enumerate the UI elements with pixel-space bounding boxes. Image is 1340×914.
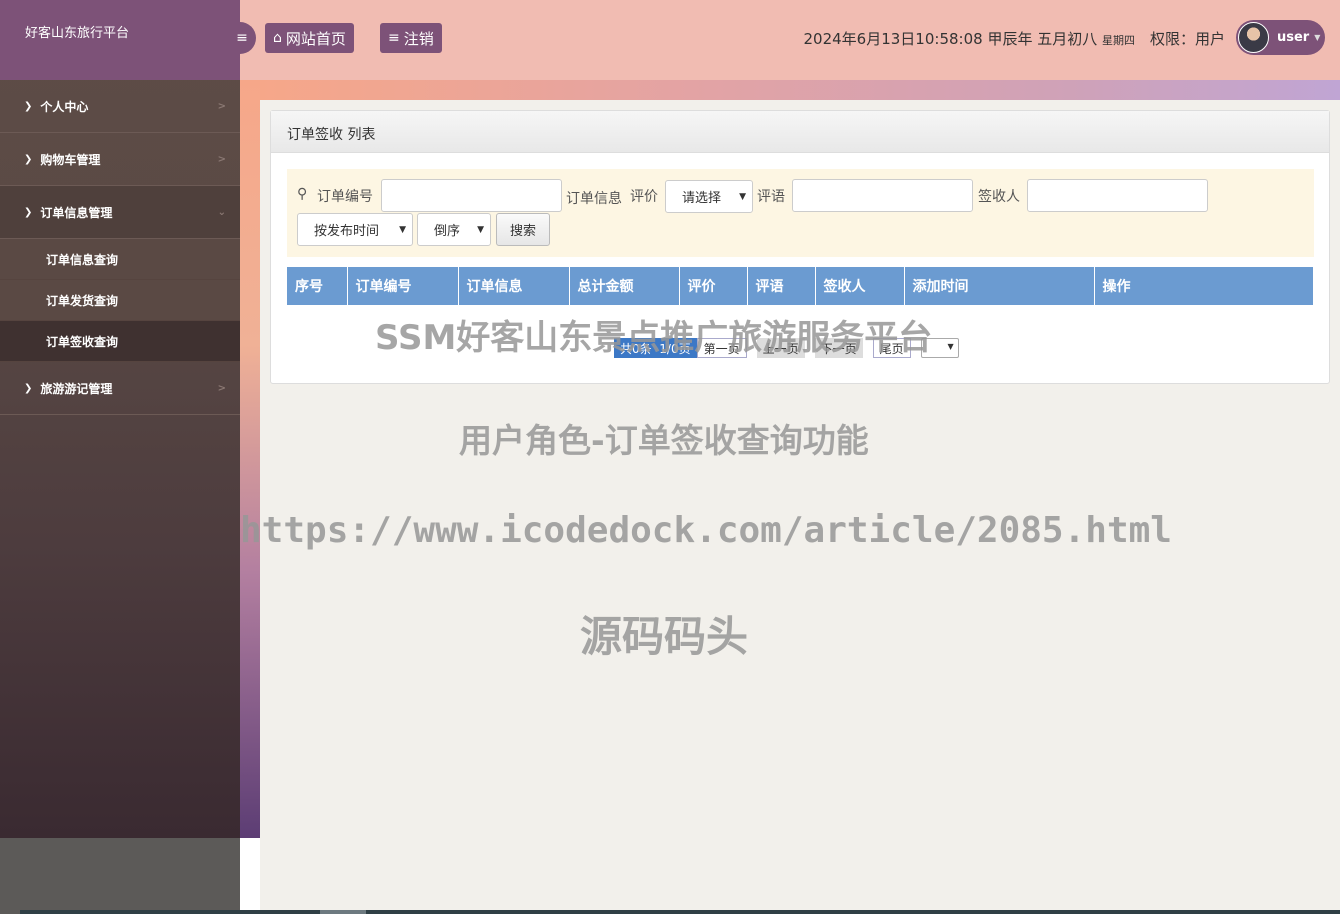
weekday-text: 星期四 xyxy=(1102,34,1135,47)
col-added-time: 添加时间 xyxy=(904,267,1095,305)
brand-title: 好客山东旅行平台 xyxy=(0,0,240,80)
sidebar-edge-gradient xyxy=(240,80,260,838)
table-header-row: 序号 订单编号 订单信息 总计金额 评价 评语 签收人 添加时间 操作 xyxy=(287,267,1314,305)
chevron-right-icon: ❯ xyxy=(24,206,33,218)
watermark-title: SSM好客山东景点推广旅游服务平台 xyxy=(375,318,933,358)
col-receiver: 签收人 xyxy=(815,267,905,305)
col-rating: 评价 xyxy=(679,267,748,305)
home-button[interactable]: ⌂ 网站首页 xyxy=(265,23,354,53)
order-info-label: 订单信息 xyxy=(566,191,622,207)
chevron-down-icon: ▼ xyxy=(399,224,406,235)
chevron-right-icon: > xyxy=(217,382,226,394)
comment-input[interactable] xyxy=(792,179,973,212)
chevron-down-icon: ▼ xyxy=(739,191,746,202)
chevron-down-icon: ⌄ xyxy=(217,206,226,218)
logout-button-label: 注销 xyxy=(403,29,434,48)
top-header: ≡ ⌂ 网站首页 ≡ 注销 2024年6月13日10:58:08 甲辰年 五月初… xyxy=(228,0,1340,80)
sidebar-item-label: 购物车管理 xyxy=(40,152,101,167)
sidebar-item-label: 旅游游记管理 xyxy=(40,381,113,396)
chevron-right-icon: ❯ xyxy=(24,382,33,394)
sidebar-item-orders[interactable]: ❯ 订单信息管理 ⌄ xyxy=(0,186,240,239)
home-button-label: 网站首页 xyxy=(285,29,346,48)
user-menu[interactable]: user ▼ xyxy=(1236,20,1325,55)
order-no-input[interactable] xyxy=(381,179,562,212)
avatar xyxy=(1238,22,1269,53)
order-no-label: 订单编号 xyxy=(317,189,373,205)
sidebar-subitem-order-query[interactable]: 订单信息查询 xyxy=(0,239,240,280)
chevron-down-icon: ▼ xyxy=(947,342,954,351)
sidebar-item-cart[interactable]: ❯ 购物车管理 > xyxy=(0,133,240,186)
col-order-no: 订单编号 xyxy=(347,267,459,305)
sort-order-value: 倒序 xyxy=(434,224,461,239)
sidebar-edge-white xyxy=(240,838,260,914)
col-total-amount: 总计金额 xyxy=(569,267,680,305)
datetime-text: 2024年6月13日10:58:08 甲辰年 五月初八 xyxy=(803,30,1098,48)
sidebar-footer xyxy=(0,838,240,914)
current-datetime: 2024年6月13日10:58:08 甲辰年 五月初八 星期四 xyxy=(804,28,1136,49)
logout-button[interactable]: ≡ 注销 xyxy=(380,23,442,53)
sort-field-value: 按发布时间 xyxy=(314,224,380,239)
search-button[interactable]: 搜索 xyxy=(496,213,550,246)
sidebar: 好客山东旅行平台 ❯ 个人中心 > ❯ 购物车管理 > ❯ 订单信息管理 ⌄ 订… xyxy=(0,0,240,838)
comment-label: 评语 xyxy=(757,189,785,205)
sort-field-select[interactable]: 按发布时间 ▼ xyxy=(297,213,413,246)
watermark-subtitle: 用户角色-订单签收查询功能 xyxy=(459,421,869,460)
home-icon: ⌂ xyxy=(273,30,282,46)
sidebar-item-travel-notes[interactable]: ❯ 旅游游记管理 > xyxy=(0,362,240,415)
col-order-info: 订单信息 xyxy=(458,267,570,305)
chevron-down-icon: ▼ xyxy=(477,224,484,235)
permission-label: 权限：用户 xyxy=(1149,30,1225,48)
sidebar-item-label: 订单信息管理 xyxy=(40,205,113,220)
receiver-label: 签收人 xyxy=(978,189,1020,205)
header-band xyxy=(260,80,1340,100)
sidebar-item-label: 个人中心 xyxy=(40,99,89,114)
chevron-right-icon: > xyxy=(217,100,226,112)
horizontal-scrollbar[interactable] xyxy=(20,910,1340,914)
caret-down-icon: ▼ xyxy=(1314,33,1321,42)
sidebar-subitem-shipping-query[interactable]: 订单发货查询 xyxy=(0,280,240,321)
search-icon: ⚲ xyxy=(297,186,308,202)
list-icon: ≡ xyxy=(388,30,400,46)
sort-order-select[interactable]: 倒序 ▼ xyxy=(417,213,491,246)
search-form: ⚲ 订单编号 订单信息 评价 请选择 ▼ 评语 签收人 按发布时间 ▼ 倒序 ▼… xyxy=(287,169,1314,257)
sidebar-item-personal-center[interactable]: ❯ 个人中心 > xyxy=(0,80,240,133)
chevron-right-icon: ❯ xyxy=(24,100,33,112)
panel-title: 订单签收 列表 xyxy=(271,111,1329,153)
rating-select-value: 请选择 xyxy=(682,191,722,206)
col-index: 序号 xyxy=(287,267,348,305)
rating-select[interactable]: 请选择 ▼ xyxy=(665,180,753,213)
watermark-brand: 源码码头 xyxy=(580,612,749,661)
rating-label: 评价 xyxy=(630,189,658,205)
col-comment: 评语 xyxy=(747,267,816,305)
watermark-url: https://www.icodedock.com/article/2085.h… xyxy=(240,510,1172,551)
chevron-right-icon: > xyxy=(217,153,226,165)
sidebar-subitem-receipt-query[interactable]: 订单签收查询 xyxy=(0,321,240,362)
username: user xyxy=(1277,30,1310,45)
scrollbar-thumb[interactable] xyxy=(320,910,366,914)
chevron-right-icon: ❯ xyxy=(24,153,33,165)
results-table: 序号 订单编号 订单信息 总计金额 评价 评语 签收人 添加时间 操作 xyxy=(287,267,1314,305)
menu-toggle-icon[interactable]: ≡ xyxy=(228,22,256,54)
col-actions: 操作 xyxy=(1094,267,1314,305)
receiver-input[interactable] xyxy=(1027,179,1208,212)
